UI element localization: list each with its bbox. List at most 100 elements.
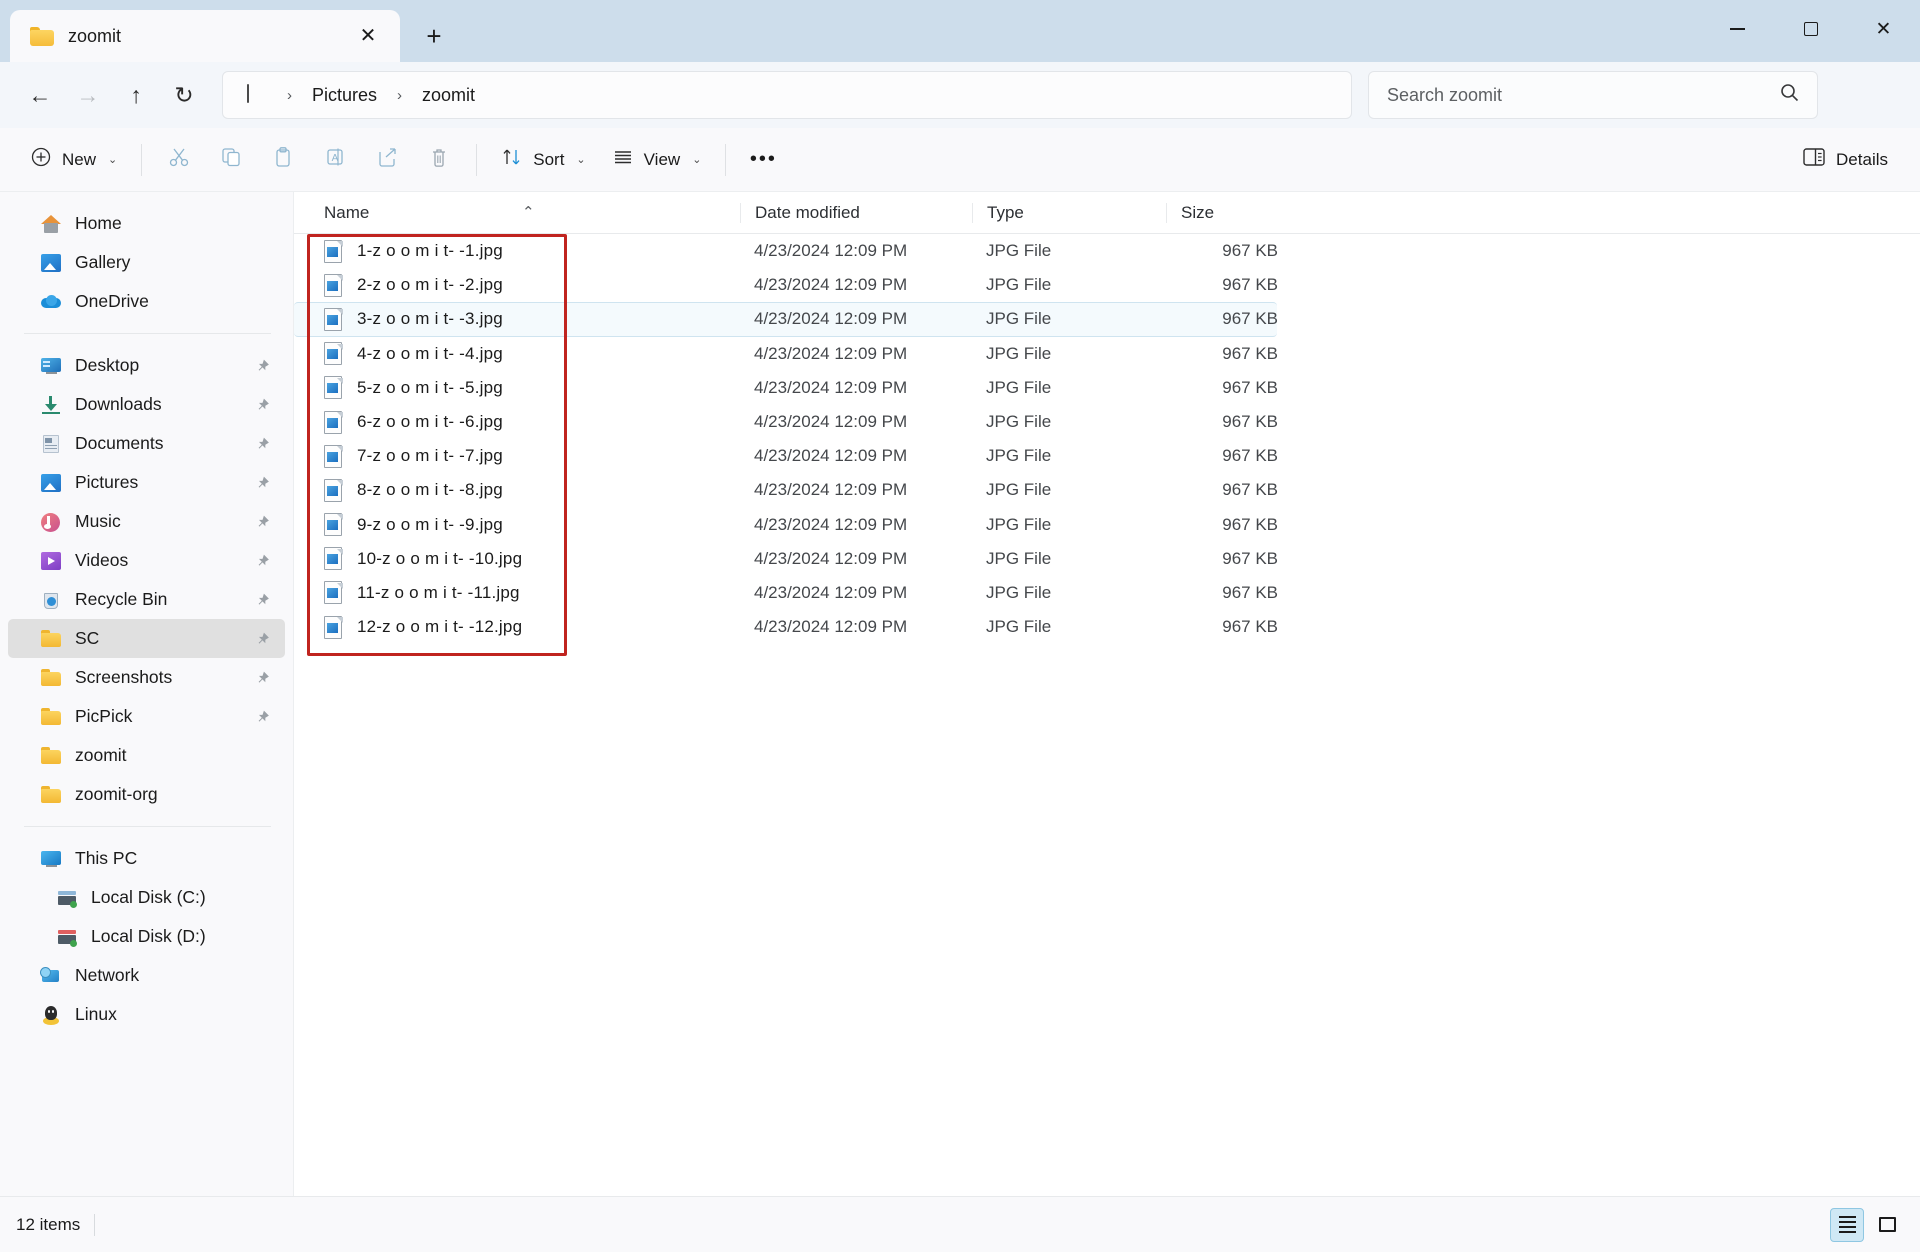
delete-button[interactable] [414, 137, 464, 183]
large-icons-view-icon [1878, 1217, 1896, 1232]
rename-button[interactable]: A [310, 137, 360, 183]
sidebar-item-picpick[interactable]: PicPick [8, 697, 285, 736]
pin-icon[interactable] [253, 629, 271, 647]
pin-icon[interactable] [253, 551, 271, 569]
monitor-icon[interactable] [247, 84, 269, 105]
pin-icon[interactable] [253, 356, 271, 374]
details-pane-button[interactable]: Details [1789, 137, 1902, 183]
table-row[interactable]: 10-z o o m i t- -10.jpg 4/23/2024 12:09 P… [294, 542, 1920, 576]
sidebar-item-recycle-bin[interactable]: Recycle Bin [8, 580, 285, 619]
cell-type: JPG File [986, 343, 1052, 363]
table-row[interactable]: 11-z o o m i t- -11.jpg 4/23/2024 12:09 P… [294, 576, 1920, 610]
sort-button-label: Sort [533, 149, 565, 169]
search-input[interactable]: Search zoomit [1368, 71, 1818, 119]
details-view-toggle[interactable] [1830, 1207, 1864, 1242]
sidebar-item-downloads[interactable]: Downloads [8, 385, 285, 424]
divider [94, 1213, 96, 1236]
up-button[interactable]: ↑ [112, 71, 160, 119]
breadcrumb[interactable]: › Pictures › zoomit [222, 71, 1352, 119]
sidebar-item-gallery[interactable]: Gallery [8, 243, 285, 282]
pin-icon[interactable] [253, 590, 271, 608]
more-options-button[interactable]: ••• [738, 137, 788, 183]
share-button[interactable] [362, 137, 412, 183]
sort-button[interactable]: Sort ⌄ [489, 137, 597, 183]
sidebar-item-network[interactable]: Network [8, 956, 285, 995]
sidebar-item-local-disk-c[interactable]: Local Disk (C:) [8, 878, 285, 917]
table-row[interactable]: 8-z o o m i t- -8.jpg 4/23/2024 12:09 PM J… [294, 473, 1920, 507]
sidebar-item-home[interactable]: Home [8, 204, 285, 243]
large-icons-view-toggle[interactable] [1870, 1208, 1904, 1242]
cell-name: 8-z o o m i t- -8.jpg [310, 478, 740, 502]
disk-c-icon [56, 887, 78, 909]
jpg-file-icon [324, 342, 344, 366]
sidebar-item-screenshots[interactable]: Screenshots [8, 658, 285, 697]
network-icon [40, 965, 62, 987]
refresh-button[interactable]: ↻ [160, 71, 208, 119]
pin-icon[interactable] [253, 707, 271, 725]
column-header-date-modified[interactable]: Date modified [740, 202, 972, 223]
back-button[interactable]: ← [16, 71, 64, 119]
pin-icon[interactable] [253, 473, 271, 491]
sidebar-item-label: Pictures [75, 472, 139, 492]
tab-zoomit[interactable]: zoomit ✕ [10, 10, 400, 62]
cell-type: JPG File [986, 275, 1052, 295]
cut-button[interactable] [154, 137, 204, 183]
cell-type: JPG File [986, 480, 1052, 500]
table-row[interactable]: 5-z o o m i t- -5.jpg 4/23/2024 12:09 PM J… [294, 371, 1920, 405]
column-header-size[interactable]: Size [1166, 202, 1290, 223]
cell-date-modified: 4/23/2024 12:09 PM [754, 275, 908, 295]
sidebar-item-linux[interactable]: Linux [8, 995, 285, 1034]
search-icon[interactable] [1780, 83, 1799, 108]
title-bar: zoomit ✕ + ✕ [0, 0, 1920, 62]
table-row[interactable]: 7-z o o m i t- -7.jpg 4/23/2024 12:09 PM J… [294, 439, 1920, 473]
pin-icon[interactable] [253, 512, 271, 530]
breadcrumb-item-zoomit[interactable]: zoomit [412, 80, 485, 111]
close-icon[interactable]: ✕ [350, 18, 386, 54]
sidebar-item-onedrive[interactable]: OneDrive [8, 282, 285, 321]
folder-icon [40, 745, 62, 767]
sidebar-item-label: Documents [75, 433, 164, 453]
pin-icon[interactable] [253, 395, 271, 413]
sidebar-item-documents[interactable]: Documents [8, 424, 285, 463]
sidebar-item-videos[interactable]: Videos [8, 541, 285, 580]
disk-d-icon [56, 926, 78, 948]
sidebar-item-local-disk-d[interactable]: Local Disk (D:) [8, 917, 285, 956]
cell-type: JPG File [986, 412, 1052, 432]
breadcrumb-item-pictures[interactable]: Pictures [302, 80, 387, 111]
sidebar-item-music[interactable]: Music [8, 502, 285, 541]
maximize-button[interactable] [1774, 0, 1847, 58]
new-button[interactable]: New ⌄ [18, 137, 129, 183]
table-row[interactable]: 2-z o o m i t- -2.jpg 4/23/2024 12:09 PM J… [294, 268, 1920, 302]
desktop-icon [40, 355, 62, 377]
sidebar-item-desktop[interactable]: Desktop [8, 346, 285, 385]
table-row[interactable]: 12-z o o m i t- -12.jpg 4/23/2024 12:09 P… [294, 610, 1920, 644]
paste-button[interactable] [258, 137, 308, 183]
sidebar-item-this-pc[interactable]: This PC [8, 839, 285, 878]
view-button[interactable]: View ⌄ [600, 137, 714, 183]
sidebar-item-zoomit[interactable]: zoomit [8, 736, 285, 775]
table-row[interactable]: 9-z o o m i t- -9.jpg 4/23/2024 12:09 PM J… [294, 508, 1920, 542]
copy-button[interactable] [206, 137, 256, 183]
jpg-file-icon [324, 513, 344, 537]
file-name-label: 11-z o o m i t- -11.jpg [357, 582, 520, 602]
minimize-button[interactable] [1701, 0, 1774, 58]
jpg-file-icon [324, 547, 344, 571]
forward-button[interactable]: → [64, 71, 112, 119]
sidebar-item-zoomit-org[interactable]: zoomit-org [8, 775, 285, 814]
sidebar-item-pictures[interactable]: Pictures [8, 463, 285, 502]
pin-icon[interactable] [253, 434, 271, 452]
column-header-name[interactable]: Name ⌃ [310, 203, 740, 223]
sidebar-item-sc[interactable]: SC [8, 619, 285, 658]
file-name-label: 3-z o o m i t- -3.jpg [357, 309, 503, 329]
table-row[interactable]: 6-z o o m i t- -6.jpg 4/23/2024 12:09 PM J… [294, 405, 1920, 439]
column-header-type[interactable]: Type [972, 202, 1166, 223]
documents-icon [40, 433, 62, 455]
new-tab-button[interactable]: + [412, 14, 456, 58]
navigation-pane[interactable]: Home Gallery OneDrive Desktop Downloads Docum… [0, 192, 294, 1196]
table-row[interactable]: 1-z o o m i t- -1.jpg 4/23/2024 12:09 PM J… [294, 234, 1920, 268]
pin-icon[interactable] [253, 668, 271, 686]
cell-size: 967 KB [1222, 412, 1278, 432]
table-row[interactable]: 3-z o o m i t- -3.jpg 4/23/2024 12:09 PM J… [294, 302, 1278, 337]
close-window-button[interactable]: ✕ [1847, 0, 1920, 58]
table-row[interactable]: 4-z o o m i t- -4.jpg 4/23/2024 12:09 PM J… [294, 337, 1920, 371]
